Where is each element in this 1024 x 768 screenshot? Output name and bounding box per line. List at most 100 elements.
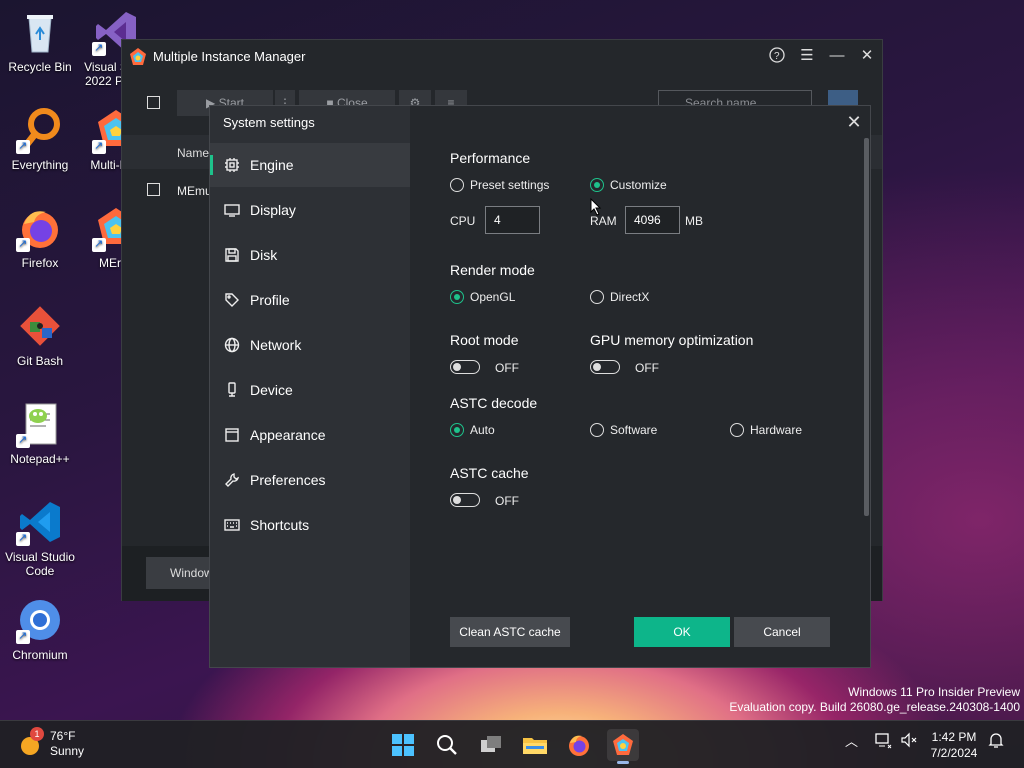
select-all-checkbox[interactable] [147,96,160,109]
nav-item-engine[interactable]: Engine [210,143,410,187]
firefox-icon [569,735,589,756]
weather-widget[interactable]: 1 76°F Sunny [18,727,84,759]
root-mode-state: OFF [495,361,519,375]
directx-radio[interactable]: DirectX [590,290,649,304]
clean-astc-cache-button[interactable]: Clean ASTC cache [450,617,570,647]
notification-bell-icon[interactable] [988,731,1004,752]
gpu-memory-toggle[interactable] [590,360,620,374]
radio-dot [450,290,464,304]
customize-radio[interactable]: Customize [590,178,667,192]
file-explorer-button[interactable] [519,729,551,761]
notepad-plus-plus-icon [16,400,64,448]
firefox-icon [16,204,64,252]
clock-time: 1:42 PM [931,730,977,744]
help-icon[interactable]: ? [768,46,786,64]
keyboard-icon [224,517,240,533]
radio-label: Customize [610,178,667,192]
row-checkbox[interactable] [147,183,160,196]
astc-software-radio[interactable]: Software [590,423,657,437]
watermark-line-1: Windows 11 Pro Insider Preview [848,685,1020,699]
start-menu-button[interactable] [387,729,419,761]
astc-hardware-radio[interactable]: Hardware [730,423,802,437]
desktop-icon-notepad-plus-plus[interactable]: Notepad++ [0,400,80,466]
ram-unit-label: MB [685,214,703,228]
column-header-name[interactable]: Name [177,146,209,160]
desktop-icon-everything[interactable]: Everything [0,106,80,172]
desktop-icon-firefox[interactable]: Firefox [0,204,80,270]
astc-cache-toggle[interactable] [450,493,480,507]
desktop-icon-label: Notepad++ [10,452,70,466]
notification-badge: 1 [30,727,44,741]
volume-muted-icon[interactable] [900,731,918,752]
radio-dot [450,178,464,192]
recycle-bin-icon [16,8,64,56]
nav-item-shortcuts[interactable]: Shortcuts [210,503,410,547]
firefox-taskbar-button[interactable] [563,729,595,761]
nav-item-device[interactable]: Device [210,368,410,412]
desktop-icon-git-bash[interactable]: Git Bash [0,302,80,368]
taskbar-search-button[interactable] [431,729,463,761]
network-icon[interactable] [874,731,892,752]
desktop-icon-chromium[interactable]: Chromium [0,596,80,662]
nav-item-appearance[interactable]: Appearance [210,413,410,457]
radio-dot [590,423,604,437]
nav-item-disk[interactable]: Disk [210,233,410,277]
menu-icon[interactable]: ☰ [798,46,816,64]
nav-label: Engine [250,157,294,173]
render-mode-title: Render mode [450,262,535,278]
cancel-button[interactable]: Cancel [734,617,830,647]
memu-taskbar-button[interactable] [607,729,639,764]
desktop-icon-label: Everything [11,158,69,172]
gpu-memory-state: OFF [635,361,659,375]
desktop-icon-vscode[interactable]: Visual Studio Code [0,498,80,578]
settings-scrollbar[interactable] [864,138,869,516]
disk-icon [224,247,240,263]
dialog-close-icon[interactable]: ✕ [844,112,864,132]
minimize-icon[interactable]: — [828,46,846,64]
desktop-icon-label: Visual Studio Code [5,550,75,578]
astc-cache-state: OFF [495,494,519,508]
astc-auto-radio[interactable]: Auto [450,423,495,437]
everything-search-icon [16,106,64,154]
radio-label: OpenGL [470,290,516,304]
device-icon [224,382,240,398]
close-icon[interactable]: ✕ [858,46,876,64]
mouse-cursor-icon [590,198,602,216]
task-view-icon [481,736,501,752]
windows-logo-icon [392,734,414,756]
cpu-input[interactable] [485,206,540,234]
monitor-icon [224,202,240,218]
task-view-button[interactable] [475,729,507,761]
cpu-label: CPU [450,214,476,228]
desktop-icon-label: Recycle Bin [8,60,72,74]
preset-settings-radio[interactable]: Preset settings [450,178,549,192]
weather-temp: 76°F [50,729,76,743]
nav-item-profile[interactable]: Profile [210,278,410,322]
desktop-icon-recycle-bin[interactable]: Recycle Bin [0,8,80,74]
nav-label: Network [250,337,302,353]
radio-dot [450,423,464,437]
windows-watermark: Windows 11 Pro Insider Preview Evaluatio… [729,685,1020,715]
system-settings-dialog: System settings Engine Display Disk Prof… [209,105,871,668]
nav-item-preferences[interactable]: Preferences [210,458,410,502]
folder-icon [523,738,547,754]
ok-button[interactable]: OK [634,617,730,647]
mim-title: Multiple Instance Manager [153,49,306,64]
show-hidden-icons-chevron-icon[interactable]: ︿ [845,731,858,750]
ram-input[interactable] [625,206,680,234]
nav-label: Preferences [250,472,326,488]
astc-cache-title: ASTC cache [450,465,529,481]
dialog-title: System settings [223,115,315,130]
chromium-icon [16,596,64,644]
window-icon [224,427,240,443]
radio-dot [590,290,604,304]
taskbar-clock[interactable]: 1:42 PM 7/2/2024 [924,729,984,761]
nav-item-network[interactable]: Network [210,323,410,367]
nav-item-display[interactable]: Display [210,188,410,232]
settings-sidebar: System settings Engine Display Disk Prof… [210,106,410,667]
tag-icon [224,292,240,308]
opengl-radio[interactable]: OpenGL [450,290,515,304]
taskbar: 1 76°F Sunny ︿ 1:42 PM 7/2/2024 [0,720,1024,768]
root-mode-toggle[interactable] [450,360,480,374]
globe-icon [224,337,240,353]
